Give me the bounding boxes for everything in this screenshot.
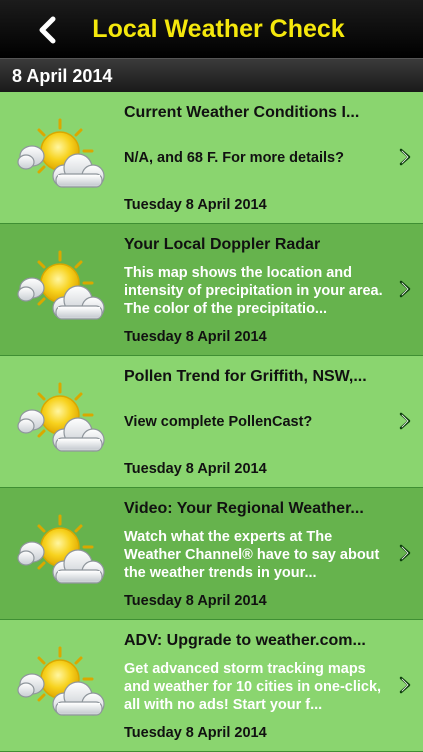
news-list: Current Weather Conditions I... N/A, and… xyxy=(0,92,423,752)
list-item[interactable]: Pollen Trend for Griffith, NSW,... View … xyxy=(0,356,423,488)
item-description: This map shows the location and intensit… xyxy=(124,265,383,317)
item-title: Pollen Trend for Griffith, NSW,... xyxy=(124,368,367,385)
item-description: View complete PollenCast? xyxy=(124,414,313,430)
partly-cloudy-icon xyxy=(16,646,106,722)
item-title: Current Weather Conditions I... xyxy=(124,104,360,121)
list-item[interactable]: Your Local Doppler Radar This map shows … xyxy=(0,224,423,356)
partly-cloudy-icon xyxy=(16,250,106,326)
chevron-right-icon xyxy=(398,676,412,694)
chevron-right-icon xyxy=(398,148,412,166)
chevron-right-icon xyxy=(398,280,412,298)
item-date: Tuesday 8 April 2014 xyxy=(124,725,267,741)
partly-cloudy-icon xyxy=(16,118,106,194)
partly-cloudy-icon xyxy=(16,514,106,590)
item-description: Get advanced storm tracking maps and wea… xyxy=(124,661,382,713)
item-description: Watch what the experts at The Weather Ch… xyxy=(124,529,380,581)
item-description: N/A, and 68 F. For more details? xyxy=(124,150,344,166)
list-item[interactable]: Current Weather Conditions I... N/A, and… xyxy=(0,92,423,224)
item-title: ADV: Upgrade to weather.com... xyxy=(124,632,366,649)
item-date: Tuesday 8 April 2014 xyxy=(124,461,267,477)
item-date: Tuesday 8 April 2014 xyxy=(124,593,267,609)
item-title: Video: Your Regional Weather... xyxy=(124,500,364,517)
section-date-title: 8 April 2014 xyxy=(12,66,113,86)
chevron-right-icon xyxy=(398,412,412,430)
section-header: 8 April 2014 xyxy=(0,58,423,92)
navigation-bar: Local Weather Check xyxy=(0,0,423,58)
list-item[interactable]: Video: Your Regional Weather... Watch wh… xyxy=(0,488,423,620)
list-item[interactable]: ADV: Upgrade to weather.com... Get advan… xyxy=(0,620,423,752)
item-date: Tuesday 8 April 2014 xyxy=(124,197,267,213)
chevron-right-icon xyxy=(398,544,412,562)
item-date: Tuesday 8 April 2014 xyxy=(124,329,267,345)
item-title: Your Local Doppler Radar xyxy=(124,236,321,253)
partly-cloudy-icon xyxy=(16,382,106,458)
page-title: Local Weather Check xyxy=(92,15,345,43)
